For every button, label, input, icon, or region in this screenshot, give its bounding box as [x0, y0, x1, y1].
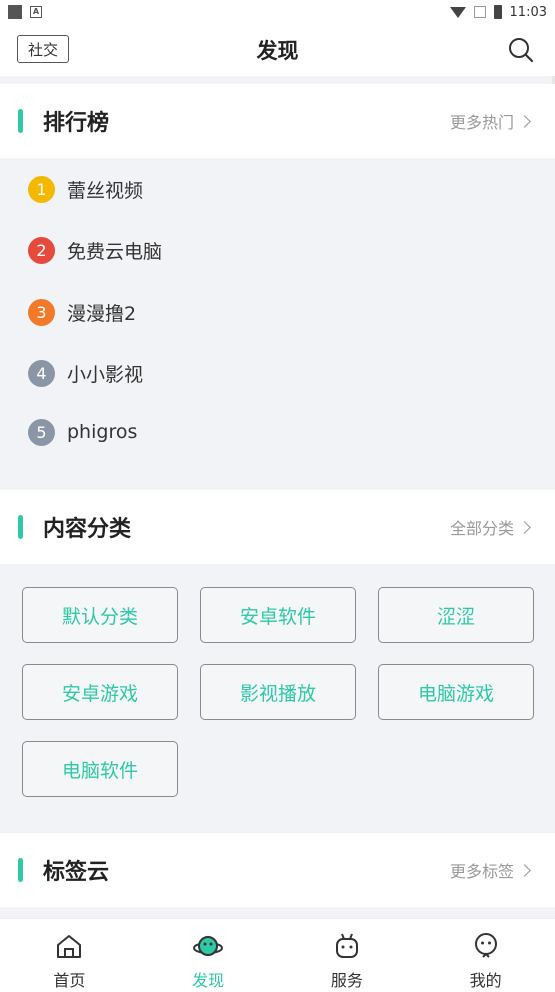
ranking-header: 排行榜 更多热门	[0, 84, 555, 158]
app-header: 社交 发现	[0, 24, 555, 76]
tags-header: 标签云 更多标签	[0, 833, 555, 907]
chevron-right-icon	[518, 520, 531, 534]
social-button[interactable]: 社交	[17, 35, 69, 63]
ranking-item[interactable]: 3 漫漫撸2	[28, 297, 136, 327]
nav-mine[interactable]: 我的	[416, 919, 555, 992]
notification-a-icon: A	[30, 6, 42, 18]
rank-badge: 2	[28, 236, 55, 264]
signal-off-icon	[473, 6, 486, 18]
ranking-item-label: 漫漫撸2	[67, 302, 137, 325]
category-button[interactable]: 电脑软件	[22, 741, 178, 797]
ranking-list: 1 蕾丝视频 2 免费云电脑 3 漫漫撸2 4 小小影视 5 phigros	[0, 158, 555, 463]
bottom-nav: 首页 发现 服务 我的	[0, 918, 555, 992]
ranking-item[interactable]: 1 蕾丝视频	[28, 174, 143, 204]
categories-header: 内容分类 全部分类	[0, 490, 555, 564]
more-tags-link[interactable]: 更多标签	[449, 858, 531, 882]
section-gap	[0, 907, 555, 918]
ranking-item[interactable]: 4 小小影视	[28, 358, 143, 388]
rank-badge: 1	[28, 175, 55, 203]
ranking-item-label: 蕾丝视频	[67, 179, 144, 202]
chevron-right-icon	[518, 114, 531, 128]
rank-badge: 5	[28, 418, 55, 446]
section-gap	[0, 463, 555, 490]
category-button[interactable]: 安卓游戏	[22, 664, 178, 720]
nav-home[interactable]: 首页	[0, 919, 139, 992]
wifi-icon	[449, 6, 466, 18]
ranking-item[interactable]: 2 免费云电脑	[28, 235, 162, 265]
more-tags-label: 更多标签	[449, 862, 514, 881]
category-grid: 默认分类 安卓软件 涩涩 安卓游戏 影视播放 电脑游戏 电脑软件	[0, 564, 555, 832]
category-button[interactable]: 影视播放	[200, 664, 356, 720]
accent-bar	[18, 858, 23, 882]
status-time: 11:03	[509, 4, 547, 20]
ranking-title: 排行榜	[43, 111, 110, 136]
ranking-item[interactable]: 5 phigros	[28, 417, 137, 447]
category-button[interactable]: 默认分类	[22, 587, 178, 643]
all-categories-label: 全部分类	[449, 519, 514, 538]
notification-square-icon	[8, 5, 22, 19]
nav-service[interactable]: 服务	[278, 919, 417, 992]
category-button[interactable]: 电脑游戏	[378, 664, 534, 720]
nav-home-label: 首页	[53, 971, 86, 990]
rank-badge: 4	[28, 359, 55, 387]
robot-icon	[335, 933, 358, 958]
nav-service-label: 服务	[330, 971, 363, 990]
user-icon	[474, 933, 497, 958]
chevron-right-icon	[518, 863, 531, 877]
rank-badge: 3	[28, 298, 55, 326]
header-gap	[0, 76, 555, 84]
more-hot-label: 更多热门	[449, 113, 514, 132]
category-button[interactable]: 涩涩	[378, 587, 534, 643]
search-icon[interactable]	[507, 36, 535, 64]
tags-title: 标签云	[43, 860, 110, 885]
accent-bar	[18, 515, 23, 539]
ranking-item-label: phigros	[67, 421, 138, 443]
nav-mine-label: 我的	[469, 971, 502, 990]
accent-bar	[18, 109, 23, 133]
more-hot-link[interactable]: 更多热门	[449, 109, 531, 133]
category-button[interactable]: 安卓软件	[200, 587, 356, 643]
all-categories-link[interactable]: 全部分类	[449, 515, 531, 539]
home-icon	[57, 935, 82, 958]
battery-icon	[493, 5, 502, 19]
nav-discover-label: 发现	[192, 971, 225, 990]
ranking-item-label: 免费云电脑	[67, 240, 163, 263]
status-bar: A 11:03	[0, 0, 555, 24]
nav-discover[interactable]: 发现	[139, 919, 278, 992]
planet-icon	[193, 936, 224, 956]
categories-title: 内容分类	[43, 517, 132, 542]
ranking-item-label: 小小影视	[67, 363, 144, 386]
page-title: 发现	[256, 39, 299, 63]
